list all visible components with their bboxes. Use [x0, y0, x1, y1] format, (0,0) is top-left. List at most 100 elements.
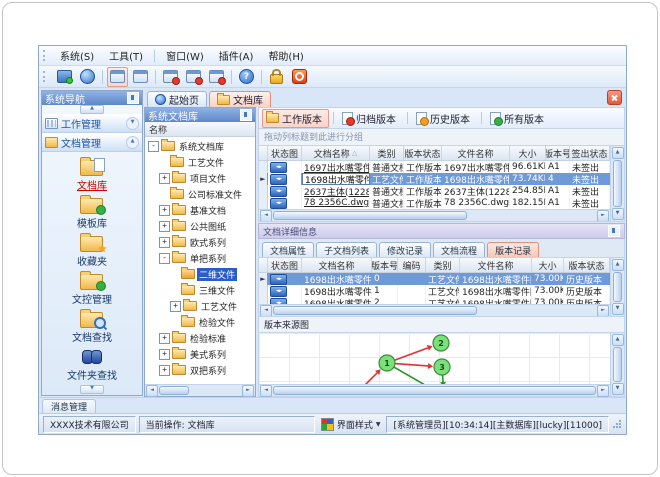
- column-header[interactable]: 大小: [510, 146, 546, 160]
- expander-plus-icon[interactable]: +: [159, 348, 170, 360]
- column-header[interactable]: 版本状态: [564, 258, 610, 272]
- sidebar-item-folder-doc[interactable]: 文档库: [77, 157, 107, 192]
- table-row[interactable]: ◄►1698出水嘴零件图.dwg1工艺文件1698出水嘴零件图.dwg73.00…: [259, 285, 610, 297]
- scroll-thumb[interactable]: [613, 160, 622, 207]
- tab-message-management[interactable]: 消息管理: [42, 399, 97, 413]
- scroll-up-icon[interactable]: ▲: [611, 147, 624, 159]
- detail-tab[interactable]: 子文档列表: [316, 242, 378, 257]
- window-close-icon-button[interactable]: [206, 67, 227, 87]
- column-header[interactable]: 版本号: [546, 146, 570, 160]
- expander-minus-icon[interactable]: -: [159, 252, 170, 264]
- folder-window-icon-button[interactable]: [107, 66, 128, 87]
- tab-start-page[interactable]: 起始页: [147, 91, 207, 107]
- scroll-thumb[interactable]: [613, 347, 622, 382]
- doc-name-cell[interactable]: 78 2356C.dwg: [302, 197, 370, 209]
- column-header[interactable]: 状态图: [268, 258, 302, 272]
- detail-tab[interactable]: 文档流程: [433, 242, 486, 257]
- expander-plus-icon[interactable]: +: [159, 236, 170, 248]
- table-row[interactable]: ◄►78 2356C.dwg普通文档工作版本78 2356C.dwg182.15…: [259, 197, 610, 209]
- scroll-left-icon[interactable]: ◄: [146, 384, 158, 397]
- scroll-left-icon[interactable]: ◄: [260, 209, 272, 221]
- tree-node[interactable]: - 单把系列: [145, 250, 255, 266]
- close-tab-button[interactable]: [607, 90, 622, 105]
- detail-pin-icon[interactable]: [608, 225, 620, 237]
- column-header[interactable]: 编码: [398, 258, 426, 272]
- version-filter-all[interactable]: 所有版本: [486, 109, 551, 128]
- tree-node[interactable]: 工艺文件: [145, 154, 255, 170]
- tree-node[interactable]: + 检验标准: [145, 330, 255, 346]
- tree-node[interactable]: + 双把系列: [145, 362, 255, 378]
- tree-node[interactable]: 三维文件: [145, 282, 255, 298]
- documents-vertical-scrollbar[interactable]: ▲ ▼: [610, 146, 624, 221]
- scroll-down-icon[interactable]: ▼: [611, 383, 624, 395]
- tree-node[interactable]: + 项目文件: [145, 170, 255, 186]
- doc-name-cell[interactable]: 2637主体(12284).dwg: [302, 185, 370, 197]
- mail-alert-icon-button[interactable]: [183, 67, 204, 87]
- scroll-down-icon[interactable]: ▼: [611, 208, 624, 220]
- expander-plus-icon[interactable]: +: [170, 300, 181, 312]
- version-filter-history[interactable]: 历史版本: [412, 109, 477, 128]
- column-header[interactable]: 类别: [426, 258, 460, 272]
- column-header[interactable]: 大小: [532, 258, 564, 272]
- sidebar-group-work[interactable]: 工作管理 ▼: [42, 114, 142, 133]
- power-icon-button[interactable]: [289, 67, 310, 87]
- column-header[interactable]: 文件名称: [460, 258, 532, 272]
- tree-node[interactable]: + 美式系列: [145, 346, 255, 362]
- tree-node[interactable]: + 基准文档: [145, 202, 255, 218]
- expander-minus-icon[interactable]: -: [148, 140, 159, 152]
- globe-icon-button[interactable]: [77, 67, 98, 87]
- lock-icon-button[interactable]: [266, 67, 287, 87]
- tree-node[interactable]: + 工艺文件: [145, 298, 255, 314]
- table-row[interactable]: ◄►1698出水嘴零件图.dwg2工艺文件1698出水嘴零件图.dwg73.00…: [259, 297, 610, 304]
- menu-item[interactable]: 帮助(H): [261, 47, 310, 64]
- version-graph-canvas[interactable]: 01234: [259, 333, 610, 384]
- menu-item[interactable]: 窗口(W): [159, 47, 211, 64]
- collapse-up-button[interactable]: ▲: [80, 105, 104, 114]
- help-icon-button[interactable]: ?: [236, 67, 257, 87]
- expander-plus-icon[interactable]: +: [159, 364, 170, 376]
- window-icon-button[interactable]: [130, 67, 151, 87]
- sidebar-item-search-doc[interactable]: 文档查找: [72, 309, 112, 344]
- detail-tab[interactable]: 版本记录: [487, 242, 540, 257]
- sidebar-group-document[interactable]: 文档管理 ▲: [42, 133, 142, 152]
- scroll-down-icon[interactable]: ▼: [611, 303, 624, 315]
- menu-item[interactable]: 工具(T): [102, 47, 150, 64]
- sidebar-item-folder-star[interactable]: ★ 收藏夹: [77, 233, 107, 268]
- sidebar-item-folder-template[interactable]: 模板库: [77, 195, 107, 230]
- scroll-thumb[interactable]: [273, 211, 467, 220]
- column-header[interactable]: 文档名称: [302, 258, 372, 272]
- sidebar-item-binoculars[interactable]: 文件夹查找: [67, 347, 117, 382]
- scroll-thumb[interactable]: [273, 386, 596, 395]
- expander-plus-icon[interactable]: +: [159, 220, 170, 232]
- expander-plus-icon[interactable]: +: [159, 172, 170, 184]
- scroll-right-icon[interactable]: ►: [242, 384, 254, 397]
- graph-vertical-scrollbar[interactable]: ▲ ▼: [610, 333, 624, 396]
- scroll-left-icon[interactable]: ◄: [260, 384, 272, 397]
- version-filter-archived[interactable]: 归档版本: [338, 109, 403, 128]
- tree-node[interactable]: + 公共图纸: [145, 218, 255, 234]
- tab-document-library[interactable]: 文档库: [209, 91, 271, 107]
- scroll-up-icon[interactable]: ▲: [611, 259, 624, 271]
- column-header[interactable]: 版本号: [372, 258, 398, 272]
- scroll-thumb[interactable]: [273, 306, 478, 315]
- table-row[interactable]: ►◄►1698出水嘴零件图.dwg0工艺文件1698出水嘴零件图.dwg73.0…: [259, 273, 610, 285]
- display-icon-button[interactable]: [54, 67, 75, 87]
- table-row[interactable]: ◄►2637主体(12284).dwg普通文档工作版本2637主体(12284)…: [259, 185, 610, 197]
- expander-plus-icon[interactable]: +: [159, 204, 170, 216]
- menu-item[interactable]: 系统(S): [53, 47, 101, 64]
- version-filter-working[interactable]: 工作版本: [262, 108, 329, 128]
- tree-node[interactable]: - 系统文档库: [145, 138, 255, 154]
- sidebar-item-folder-control[interactable]: 文控管理: [72, 271, 112, 306]
- tree-node[interactable]: 二维文件: [145, 266, 255, 282]
- doc-name-link[interactable]: 1697出水嘴零件图.dwg: [304, 161, 369, 174]
- detail-tab[interactable]: 文档属性: [262, 242, 315, 257]
- collapse-down-button[interactable]: ▼: [80, 385, 104, 394]
- mail-remove-icon-button[interactable]: [160, 67, 181, 87]
- tree-column-header[interactable]: 名称: [145, 122, 255, 137]
- scroll-right-icon[interactable]: ►: [597, 209, 609, 221]
- documents-horizontal-scrollbar[interactable]: ◄ ►: [259, 209, 610, 221]
- column-header[interactable]: 状态图: [268, 146, 302, 160]
- scroll-up-icon[interactable]: ▲: [611, 334, 624, 346]
- column-header[interactable]: 版本状态: [404, 146, 442, 160]
- expander-plus-icon[interactable]: +: [159, 332, 170, 344]
